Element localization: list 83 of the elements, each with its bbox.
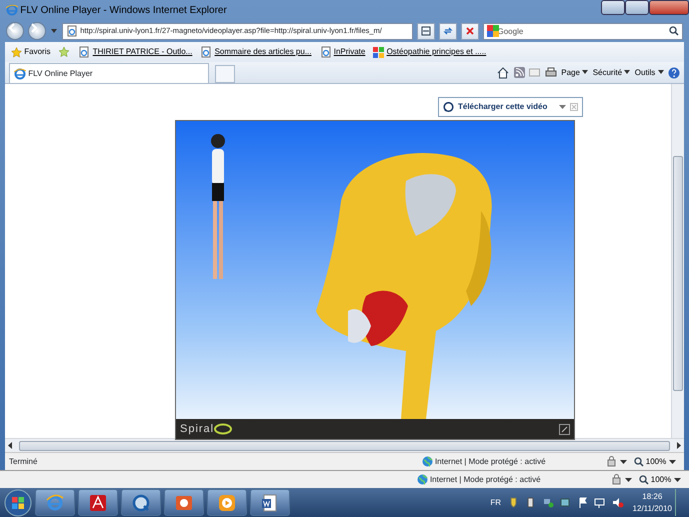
close-button[interactable] xyxy=(649,0,689,15)
refresh-icon xyxy=(443,26,453,36)
minimize-button[interactable] xyxy=(601,0,625,15)
compatibility-button[interactable] xyxy=(417,22,435,40)
dropdown-icon[interactable] xyxy=(624,476,632,482)
scroll-right-icon[interactable] xyxy=(676,442,681,449)
monitor-icon[interactable] xyxy=(593,496,606,508)
clock-time: 18:26 xyxy=(642,490,662,502)
slides-icon xyxy=(175,494,193,512)
browser-icon xyxy=(6,4,18,16)
google-icon xyxy=(487,25,499,37)
command-menu[interactable]: Outils xyxy=(634,66,664,78)
taskbar-button[interactable] xyxy=(250,489,290,516)
magnifier-icon xyxy=(638,474,649,484)
scroll-left-icon[interactable] xyxy=(8,442,13,449)
taskbar-button[interactable] xyxy=(35,489,75,516)
internet-explorer-icon xyxy=(46,494,64,512)
command-menu[interactable]: Page xyxy=(561,66,588,78)
back-button[interactable] xyxy=(6,22,24,40)
lock-icon[interactable] xyxy=(610,474,623,485)
globe-icon xyxy=(422,456,433,467)
stop-button[interactable] xyxy=(461,22,479,40)
clock[interactable]: 18:26 12/11/2010 xyxy=(632,490,672,514)
page-view-icon xyxy=(421,26,431,36)
caret-icon xyxy=(624,70,630,75)
language-indicator[interactable]: FR xyxy=(490,496,502,508)
dropdown-icon[interactable] xyxy=(620,458,627,464)
add-favorite-icon[interactable] xyxy=(58,46,70,58)
google-icon xyxy=(373,46,384,58)
refresh-button[interactable] xyxy=(439,22,457,40)
start-button[interactable] xyxy=(4,488,32,516)
printer-icon[interactable] xyxy=(544,66,557,78)
speaker-icon[interactable] xyxy=(610,496,624,508)
clock-date: 12/11/2010 xyxy=(632,502,672,514)
page-icon xyxy=(78,46,90,58)
favorite-link[interactable]: THIRIET PATRICE - Outlo... xyxy=(78,46,192,58)
vertical-scrollbar[interactable] xyxy=(671,84,684,438)
caret-icon xyxy=(658,70,664,75)
device-icon[interactable] xyxy=(558,496,572,508)
browser-icon xyxy=(14,68,26,80)
window-title: FLV Online Player - Windows Internet Explorer xyxy=(20,4,227,18)
download-video-button[interactable]: Télécharger cette vidéo xyxy=(438,97,584,117)
forward-button[interactable] xyxy=(28,22,46,40)
lock-icon[interactable] xyxy=(606,456,618,467)
dropdown-icon xyxy=(559,104,566,110)
zoom-button[interactable]: 100% xyxy=(638,474,672,486)
stop-icon xyxy=(465,26,475,36)
favorite-link[interactable]: Sommaire des articles pu... xyxy=(200,46,312,58)
fullscreen-icon[interactable] xyxy=(559,424,570,434)
close-icon xyxy=(570,103,578,111)
command-menu[interactable]: Sécurité xyxy=(592,66,630,78)
feed-icon[interactable] xyxy=(514,67,525,78)
browser-tab[interactable]: FLV Online Player xyxy=(9,63,209,83)
globe-icon xyxy=(416,474,428,485)
taskbar-button[interactable] xyxy=(164,489,204,516)
word-icon xyxy=(261,494,279,512)
dropdown-icon[interactable] xyxy=(674,476,680,482)
horizontal-scrollbar[interactable] xyxy=(5,438,684,452)
status-text: Terminé xyxy=(9,456,38,468)
taskbar-button[interactable] xyxy=(207,489,247,516)
media-player-icon xyxy=(218,494,236,512)
quicktime-icon xyxy=(132,494,150,512)
page-icon xyxy=(320,46,332,58)
page-icon xyxy=(66,25,78,37)
page-icon xyxy=(200,46,212,58)
taskbar-button[interactable] xyxy=(78,489,118,516)
dropdown-icon[interactable] xyxy=(668,458,676,464)
security-zone: Internet | Mode protégé : activé xyxy=(422,456,546,468)
pdf-icon xyxy=(89,494,107,512)
favorite-link[interactable]: InPrivate xyxy=(320,46,366,58)
magnifier-icon xyxy=(634,456,644,466)
help-icon[interactable] xyxy=(668,66,680,78)
player-logo: Spiral xyxy=(180,422,214,437)
taskbar-button[interactable] xyxy=(121,489,161,516)
caret-icon xyxy=(582,70,588,75)
search-icon[interactable] xyxy=(669,26,679,36)
favorites-button[interactable]: Favoris xyxy=(11,46,50,58)
favorite-link[interactable]: Ostéopathie principes et ..... xyxy=(373,46,486,58)
zoom-button[interactable]: 100% xyxy=(634,456,666,468)
security-zone: Internet | Mode protégé : activé xyxy=(416,474,541,486)
star-icon xyxy=(11,46,22,58)
maximize-button[interactable] xyxy=(625,0,649,15)
home-icon[interactable] xyxy=(497,66,510,78)
